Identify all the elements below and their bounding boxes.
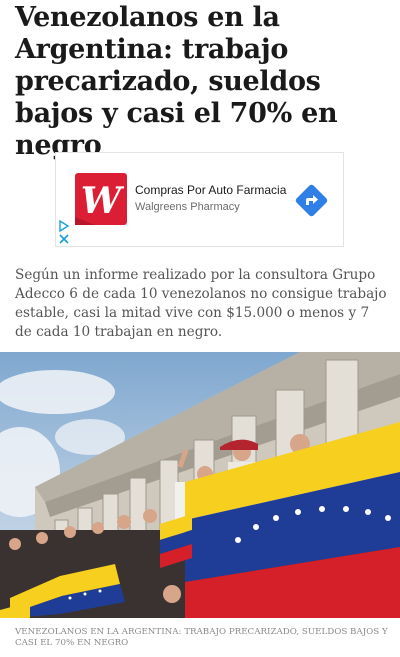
- adchoices-play-icon: [59, 219, 70, 233]
- ad-title[interactable]: Compras Por Auto Farmacia: [135, 183, 286, 197]
- ad-advertiser: Walgreens Pharmacy: [135, 201, 240, 213]
- article-headline: Venezolanos en la Argentina: trabajo pre…: [15, 2, 338, 161]
- ad-choices[interactable]: [58, 219, 70, 245]
- photo-caption: VENEZOLANOS EN LA ARGENTINA: TRABAJO PRE…: [15, 627, 388, 648]
- article-lede: Según un informe realizado por la consul…: [15, 267, 387, 340]
- ad-banner[interactable]: W Compras Por Auto Farmacia Walgreens Ph…: [55, 152, 344, 247]
- directions-arrow-icon[interactable]: [295, 184, 328, 217]
- article-photo: [0, 352, 400, 618]
- close-icon: [59, 234, 69, 244]
- svg-text:W: W: [81, 180, 125, 222]
- walgreens-logo: W: [75, 173, 127, 225]
